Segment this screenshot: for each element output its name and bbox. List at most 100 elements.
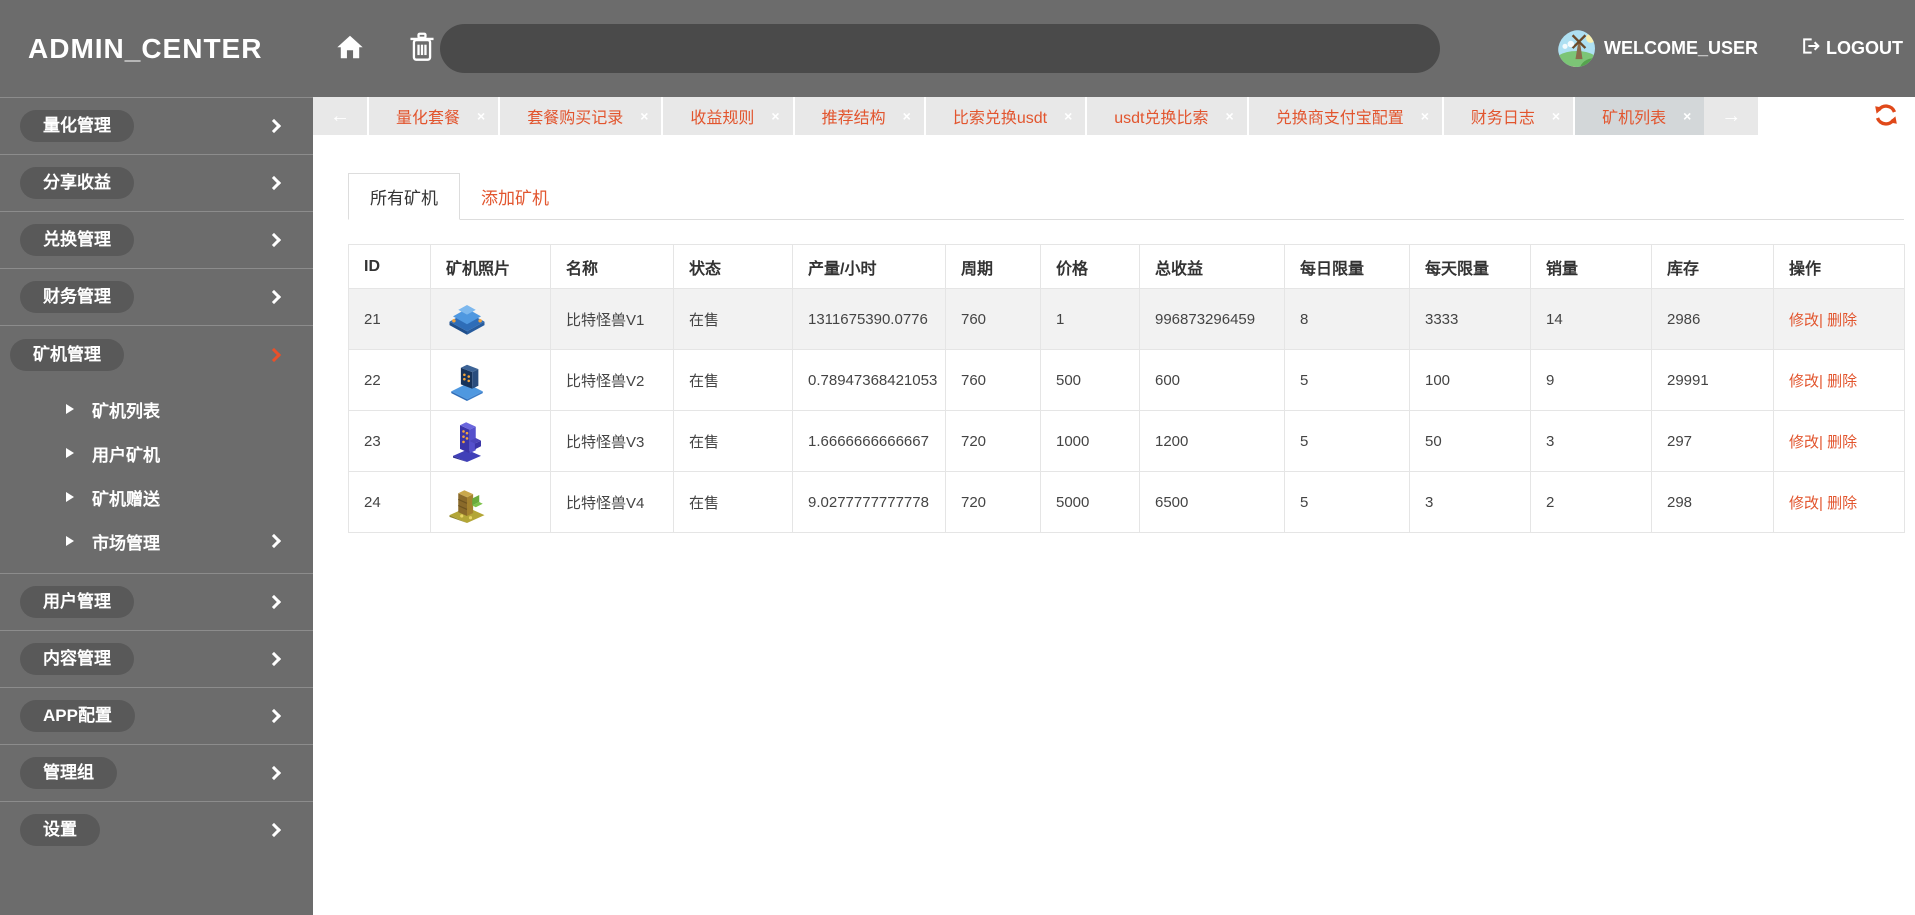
- sidebar-item-user-manage[interactable]: 用户管理: [0, 573, 313, 630]
- cell-output: 9.0277777777778: [792, 471, 946, 533]
- tab-miner-list-active[interactable]: 矿机列表 ×: [1573, 97, 1705, 135]
- tab-quant-package[interactable]: 量化套餐 ×: [367, 97, 498, 135]
- tab-label: 兑换商支付宝配置: [1275, 110, 1404, 127]
- cell-day-limit: 50: [1409, 410, 1531, 472]
- sidebar-subitem-label: 用户矿机: [92, 445, 160, 465]
- trash-button[interactable]: [408, 32, 436, 65]
- tab-label: 财务日志: [1470, 110, 1535, 127]
- close-icon[interactable]: ×: [1683, 108, 1691, 124]
- tabs-scroll-right-button[interactable]: →: [1704, 97, 1759, 135]
- cell-status: 在售: [673, 471, 793, 533]
- close-icon[interactable]: ×: [1552, 108, 1560, 124]
- chevron-right-icon: [266, 232, 282, 248]
- triangle-bullet-icon: [66, 536, 74, 546]
- inner-tab-label: 所有矿机: [370, 189, 438, 208]
- cell-total-income: 6500: [1139, 471, 1285, 533]
- miner-list-page: 所有矿机 添加矿机 ID 矿机照片 名称 状态 产量/小时 周期 价格 总收益 …: [313, 135, 1915, 533]
- sidebar-item-label: 用户管理: [20, 586, 134, 618]
- sidebar-subitem-label: 矿机列表: [92, 401, 160, 421]
- blue-terminal-miner-image: [446, 359, 550, 401]
- sidebar-item-finance-manage[interactable]: 财务管理: [0, 268, 313, 325]
- edit-link[interactable]: 修改: [1789, 434, 1819, 451]
- tab-income-rules[interactable]: 收益规则 ×: [661, 97, 792, 135]
- table-row: 22 比特怪兽V2 在售 0.78947368421053 760 500 60…: [348, 349, 1905, 411]
- col-sales: 销量: [1530, 244, 1652, 289]
- cell-sales: 2: [1530, 471, 1652, 533]
- search-input[interactable]: [440, 24, 1440, 73]
- home-button[interactable]: [334, 31, 366, 66]
- tab-exchanger-alipay-config[interactable]: 兑换商支付宝配置 ×: [1246, 97, 1442, 135]
- tabs-strip-rest: [1758, 97, 1915, 135]
- tab-label: 套餐购买记录: [527, 110, 624, 127]
- tab-package-purchase-record[interactable]: 套餐购买记录 ×: [498, 97, 661, 135]
- cell-price: 1: [1040, 288, 1140, 350]
- sidebar-item-label: 矿机管理: [10, 338, 124, 371]
- sidebar-item-label: 内容管理: [20, 643, 134, 675]
- sidebar-subitem-market-manage[interactable]: 市场管理: [0, 519, 313, 563]
- close-icon[interactable]: ×: [903, 108, 911, 124]
- sidebar-item-app-config[interactable]: APP配置: [0, 687, 313, 744]
- edit-link[interactable]: 修改: [1789, 373, 1819, 390]
- cell-stock: 297: [1651, 410, 1774, 472]
- delete-link[interactable]: 删除: [1827, 373, 1857, 390]
- tab-label: 矿机列表: [1602, 110, 1667, 127]
- cell-output: 1311675390.0776: [792, 288, 946, 350]
- cell-daily-limit: 5: [1284, 410, 1410, 472]
- user-area: WELCOME_USER LOGOUT: [1557, 0, 1903, 97]
- sidebar-group-miner-manage: 矿机管理 矿机列表 用户矿机 矿机赠送 市场管理: [0, 325, 313, 573]
- sidebar-item-label: 兑换管理: [20, 224, 134, 256]
- sidebar-subitem-miner-list[interactable]: 矿机列表: [0, 387, 313, 431]
- tab-add-miner[interactable]: 添加矿机: [460, 173, 570, 219]
- cell-cycle: 720: [945, 410, 1041, 472]
- close-icon[interactable]: ×: [1421, 108, 1429, 124]
- sidebar-item-exchange-manage[interactable]: 兑换管理: [0, 211, 313, 268]
- cell-stock: 298: [1651, 471, 1774, 533]
- sidebar-item-label: 量化管理: [20, 110, 134, 142]
- cell-price: 500: [1040, 349, 1140, 411]
- table-row: 23 比特怪兽V3 在售 1.6666666666667 720 1000 12…: [348, 410, 1905, 472]
- sidebar-subitem-label: 矿机赠送: [92, 489, 160, 509]
- cell-cycle: 760: [945, 349, 1041, 411]
- close-icon[interactable]: ×: [640, 108, 648, 124]
- cell-day-limit: 3333: [1409, 288, 1531, 350]
- close-icon[interactable]: ×: [1226, 108, 1234, 124]
- sidebar-subitem-user-miners[interactable]: 用户矿机: [0, 431, 313, 475]
- close-icon[interactable]: ×: [477, 108, 485, 124]
- delete-link[interactable]: 删除: [1827, 312, 1857, 329]
- logout-icon: [1800, 36, 1820, 61]
- action-separator: |: [1819, 494, 1823, 512]
- table-row: 24 比特怪兽V4 在售 9.0277777777778 720 5000 65…: [348, 471, 1905, 533]
- sidebar-item-settings[interactable]: 设置: [0, 801, 313, 858]
- edit-link[interactable]: 修改: [1789, 495, 1819, 512]
- logout-button[interactable]: LOGOUT: [1800, 36, 1903, 61]
- delete-link[interactable]: 删除: [1827, 495, 1857, 512]
- tab-usdt-to-peso[interactable]: usdt兑换比索 ×: [1085, 97, 1246, 135]
- tabs-scroll-left-button[interactable]: ←: [313, 97, 367, 135]
- cell-daily-limit: 5: [1284, 471, 1410, 533]
- sidebar-item-quant-manage[interactable]: 量化管理: [0, 97, 313, 154]
- close-icon[interactable]: ×: [1064, 108, 1072, 124]
- sidebar-item-miner-manage[interactable]: 矿机管理: [0, 326, 313, 383]
- welcome-user-label: WELCOME_USER: [1603, 38, 1758, 58]
- tab-all-miners[interactable]: 所有矿机: [348, 173, 460, 220]
- miners-table: ID 矿机照片 名称 状态 产量/小时 周期 价格 总收益 每日限量 每天限量 …: [348, 244, 1905, 533]
- sidebar-item-label: 财务管理: [20, 281, 134, 313]
- sidebar-item-admin-group[interactable]: 管理组: [0, 744, 313, 801]
- sidebar-item-share-income[interactable]: 分享收益: [0, 154, 313, 211]
- tab-referral-structure[interactable]: 推荐结构 ×: [792, 97, 924, 135]
- cell-price: 5000: [1040, 471, 1140, 533]
- sidebar-item-content-manage[interactable]: 内容管理: [0, 630, 313, 687]
- tab-finance-log[interactable]: 财务日志 ×: [1441, 97, 1573, 135]
- cell-id: 23: [348, 410, 431, 472]
- chevron-right-icon: [266, 594, 282, 610]
- edit-link[interactable]: 修改: [1789, 312, 1819, 329]
- refresh-button[interactable]: [1873, 102, 1899, 131]
- cell-total-income: 996873296459: [1139, 288, 1285, 350]
- cell-cycle: 720: [945, 471, 1041, 533]
- chevron-right-icon: [266, 765, 282, 781]
- delete-link[interactable]: 删除: [1827, 434, 1857, 451]
- close-icon[interactable]: ×: [771, 108, 779, 124]
- tab-peso-to-usdt[interactable]: 比索兑换usdt ×: [923, 97, 1085, 135]
- content-area: ← 量化套餐 × 套餐购买记录 × 收益规则 × 推荐结构 × 比索兑换usdt…: [313, 97, 1915, 915]
- sidebar-subitem-miner-gift[interactable]: 矿机赠送: [0, 475, 313, 519]
